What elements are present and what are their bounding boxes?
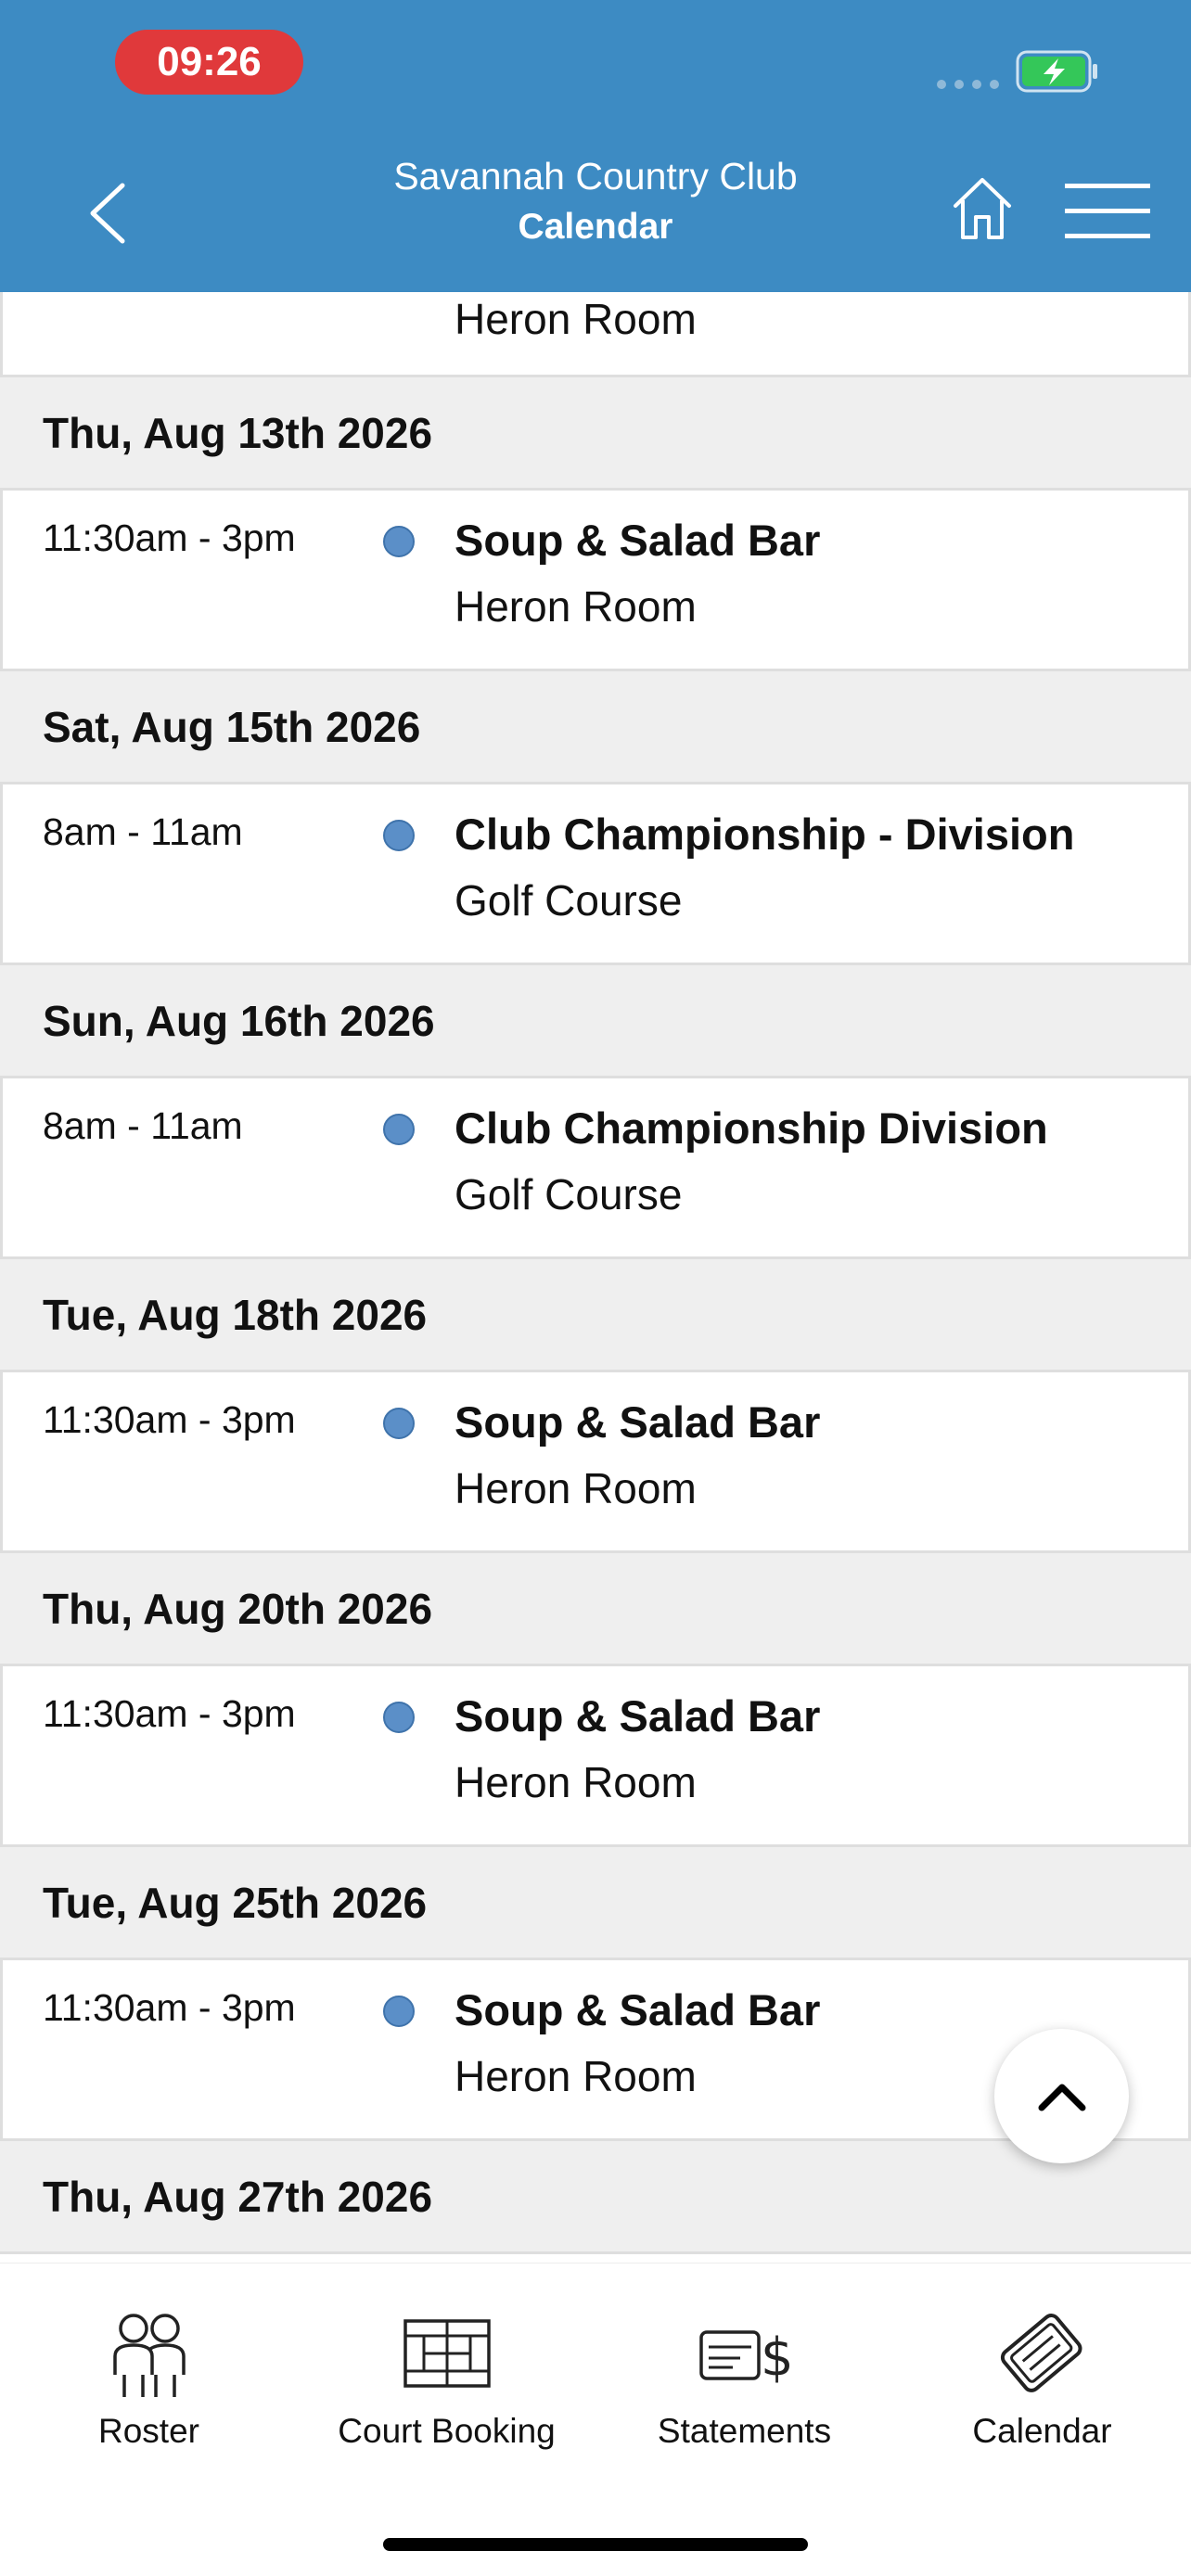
roster-icon bbox=[112, 2314, 186, 2397]
event-row[interactable]: 8am - 11am Club Championship - Division … bbox=[0, 784, 1191, 965]
date-label: Tue, Aug 18th 2026 bbox=[43, 1290, 428, 1339]
date-header: Tue, Aug 25th 2026 bbox=[0, 1847, 1191, 1960]
event-title: Soup & Salad Bar bbox=[455, 516, 821, 565]
date-label: Tue, Aug 25th 2026 bbox=[43, 1878, 428, 1927]
date-label: Sun, Aug 16th 2026 bbox=[43, 996, 435, 1045]
tab-court-booking[interactable]: Court Booking bbox=[298, 2264, 596, 2468]
calendar-event-list[interactable]: Heron Room Thu, Aug 13th 2026 11:30am - … bbox=[0, 292, 1191, 2263]
tab-roster[interactable]: Roster bbox=[0, 2264, 298, 2468]
court-booking-icon bbox=[403, 2319, 491, 2388]
event-time: 8am - 11am bbox=[43, 810, 243, 853]
event-dot-icon bbox=[383, 1114, 415, 1145]
menu-icon[interactable] bbox=[1065, 180, 1150, 243]
status-time: 09:26 bbox=[115, 30, 303, 95]
event-dot-icon bbox=[383, 1702, 415, 1733]
date-header: Thu, Aug 20th 2026 bbox=[0, 1553, 1191, 1666]
signal-icon bbox=[937, 80, 999, 89]
date-label: Sat, Aug 15th 2026 bbox=[43, 702, 421, 751]
event-location: Heron Room bbox=[455, 1464, 697, 1512]
event-location: Golf Course bbox=[455, 876, 683, 925]
tab-label: Court Booking bbox=[338, 2412, 556, 2450]
tab-label: Calendar bbox=[972, 2412, 1112, 2450]
scroll-to-top-button[interactable] bbox=[994, 2029, 1129, 2163]
event-location: Heron Room bbox=[455, 295, 697, 343]
event-row[interactable]: 11:30am - 3pm Soup & Salad Bar Heron Roo… bbox=[0, 1372, 1191, 1553]
date-header: Thu, Aug 27th 2026 bbox=[0, 2141, 1191, 2254]
date-label: Thu, Aug 13th 2026 bbox=[43, 408, 433, 457]
home-indicator[interactable] bbox=[383, 2538, 808, 2551]
event-location: Heron Room bbox=[455, 582, 697, 631]
date-label: Thu, Aug 27th 2026 bbox=[43, 2172, 433, 2221]
event-time: 11:30am - 3pm bbox=[43, 1692, 296, 1735]
header-titles: Savannah Country Club Calendar bbox=[317, 148, 874, 250]
chevron-up-icon bbox=[1038, 2084, 1085, 2111]
event-title: Club Championship - Division bbox=[455, 810, 1075, 859]
event-time: 11:30am - 3pm bbox=[43, 1398, 296, 1441]
home-icon[interactable] bbox=[950, 172, 1015, 243]
event-dot-icon bbox=[383, 820, 415, 851]
date-label: Thu, Aug 20th 2026 bbox=[43, 1584, 433, 1633]
event-time: 8am - 11am bbox=[43, 1104, 243, 1147]
event-dot-icon bbox=[383, 1996, 415, 2027]
date-header: Thu, Aug 13th 2026 bbox=[0, 377, 1191, 491]
event-title: Soup & Salad Bar bbox=[455, 1691, 821, 1741]
event-title: Club Championship Division bbox=[455, 1103, 1048, 1153]
event-row[interactable]: 11:30am - 3pm Soup & Salad Bar Heron Roo… bbox=[0, 491, 1191, 671]
tab-label: Statements bbox=[657, 2412, 832, 2450]
event-row-partial[interactable]: Heron Room bbox=[0, 292, 1191, 377]
statements-icon: $ bbox=[698, 2327, 794, 2388]
event-location: Golf Course bbox=[455, 1170, 683, 1218]
event-row[interactable]: 11:30am - 3pm Soup & Salad Bar Heron Roo… bbox=[0, 1666, 1191, 1847]
date-header: Sat, Aug 15th 2026 bbox=[0, 671, 1191, 784]
tab-bar: Roster Court Booking $ Statements Calend… bbox=[0, 2263, 1191, 2576]
event-location: Heron Room bbox=[455, 2052, 697, 2100]
event-dot-icon bbox=[383, 526, 415, 557]
event-time: 11:30am - 3pm bbox=[43, 1986, 296, 2029]
page-title: Calendar bbox=[518, 207, 673, 247]
event-title: Soup & Salad Bar bbox=[455, 1985, 821, 2034]
back-icon[interactable] bbox=[82, 176, 137, 250]
calendar-icon bbox=[1000, 2314, 1082, 2392]
event-location: Heron Room bbox=[455, 1758, 697, 1806]
event-title: Soup & Salad Bar bbox=[455, 1397, 821, 1447]
status-bar: 09:26 bbox=[0, 0, 1191, 130]
event-dot-icon bbox=[383, 1408, 415, 1439]
header: 09:26 Savannah Country Club Calendar bbox=[0, 0, 1191, 292]
battery-icon bbox=[1016, 50, 1097, 93]
tab-label: Roster bbox=[98, 2412, 199, 2450]
date-header: Sun, Aug 16th 2026 bbox=[0, 965, 1191, 1078]
svg-text:$: $ bbox=[761, 2327, 794, 2388]
event-time: 11:30am - 3pm bbox=[43, 516, 296, 559]
date-header: Tue, Aug 18th 2026 bbox=[0, 1259, 1191, 1372]
tab-calendar[interactable]: Calendar bbox=[893, 2264, 1191, 2468]
tab-statements[interactable]: $ Statements bbox=[596, 2264, 893, 2468]
club-name: Savannah Country Club bbox=[393, 155, 798, 198]
event-row[interactable]: 8am - 11am Club Championship Division Go… bbox=[0, 1078, 1191, 1259]
